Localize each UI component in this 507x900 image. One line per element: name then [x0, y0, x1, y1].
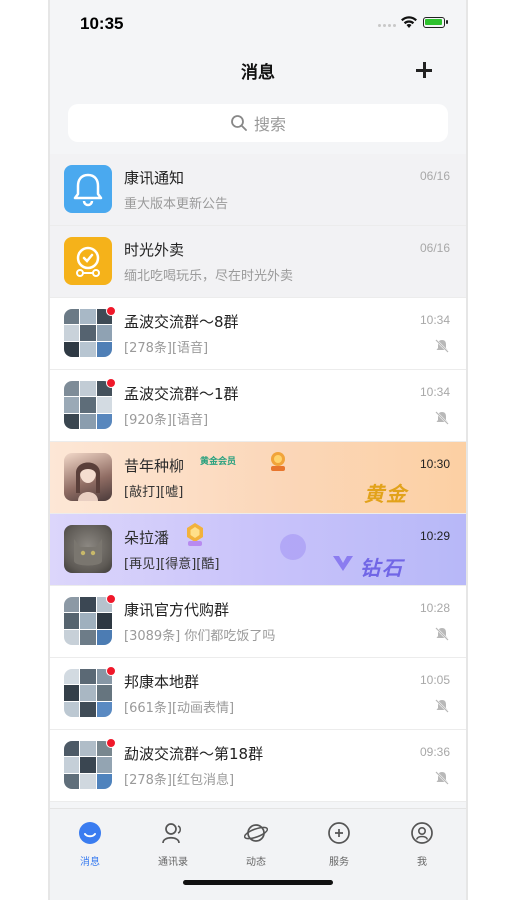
- tab-service[interactable]: 服务: [309, 821, 369, 868]
- member-badge: 黄金会员: [200, 457, 237, 467]
- unread-dot: [106, 738, 116, 748]
- chat-time: 10:05: [419, 673, 450, 687]
- chat-preview: [661条][动画表情]: [124, 701, 235, 716]
- chat-time: 10:34: [419, 385, 450, 399]
- search-icon: [231, 115, 247, 131]
- service-icon: [328, 822, 350, 844]
- unread-dot: [106, 594, 116, 604]
- chat-preview: [920条][语音]: [124, 413, 209, 428]
- search-placeholder: 搜索: [253, 115, 286, 134]
- vip-medal-icon: [271, 452, 285, 471]
- chat-row-vip-gold[interactable]: 昔年种柳 黄金会员 [敲打][嘘] 10:30 黄金: [50, 442, 466, 514]
- status-time: 10:35: [80, 14, 124, 33]
- chat-preview: 重大版本更新公告: [124, 197, 229, 212]
- tab-label: 消息: [80, 857, 100, 868]
- group-avatar: [64, 309, 112, 357]
- tab-label: 我: [417, 857, 427, 868]
- chat-time: 10:29: [419, 529, 450, 543]
- signal-icon: [378, 24, 396, 27]
- chat-icon: [79, 822, 101, 844]
- chat-name: 康讯通知: [124, 169, 185, 187]
- chat-row[interactable]: 康讯通知 重大版本更新公告 06/16: [50, 154, 466, 226]
- vip-medal-icon: [187, 523, 203, 546]
- chat-time: 10:28: [419, 601, 450, 615]
- page-title: 消息: [241, 63, 275, 83]
- chat-time: 10:30: [419, 457, 450, 471]
- planet-icon: [243, 824, 269, 842]
- tab-label: 动态: [246, 857, 266, 868]
- chat-preview: [再见][得意][酷]: [124, 557, 220, 572]
- chat-name: 康讯官方代购群: [124, 601, 230, 619]
- chat-row-vip-diamond[interactable]: 朵拉潘 [再见][得意][酷] 10:29 钻石: [50, 514, 466, 586]
- unread-dot: [106, 666, 116, 676]
- chat-name: 孟波交流群～1群: [124, 385, 239, 403]
- avatar: [64, 237, 112, 285]
- chat-name: 朵拉潘: [124, 529, 170, 547]
- mute-bell-icon: [435, 699, 449, 713]
- group-avatar: [64, 741, 112, 789]
- contacts-icon: [162, 823, 181, 844]
- tier-label: 黄金: [364, 482, 408, 506]
- group-avatar: [64, 597, 112, 645]
- status-bar: 10:35: [50, 0, 466, 48]
- chat-preview: [278条][语音]: [124, 341, 209, 356]
- tab-messages[interactable]: 消息: [60, 821, 120, 868]
- mute-bell-icon: [435, 339, 449, 353]
- search-bar[interactable]: 搜索: [68, 104, 448, 142]
- chat-row[interactable]: 时光外卖 缅北吃喝玩乐，尽在时光外卖 06/16: [50, 226, 466, 298]
- chat-row[interactable]: 孟波交流群～8群 [278条][语音] 10:34: [50, 298, 466, 370]
- profile-icon: [411, 822, 433, 844]
- chat-row[interactable]: 勐波交流群～第18群 [278条][红包消息] 09:36: [50, 730, 466, 802]
- decor-bubble: [280, 534, 306, 560]
- bell-icon: [73, 173, 103, 207]
- chat-name: 孟波交流群～8群: [124, 313, 239, 331]
- chat-time: 09:36: [419, 745, 450, 759]
- chat-name: 勐波交流群～第18群: [124, 745, 264, 763]
- chat-preview: [3089条] 你们都吃饭了吗: [124, 629, 276, 644]
- wifi-icon: [401, 16, 417, 28]
- tab-label: 服务: [329, 857, 349, 868]
- tab-me[interactable]: 我: [392, 821, 452, 868]
- tab-contacts[interactable]: 通讯录: [143, 821, 203, 868]
- tab-label: 通讯录: [158, 857, 188, 868]
- chat-row[interactable]: 孟波交流群～1群 [920条][语音] 10:34: [50, 370, 466, 442]
- mute-bell-icon: [435, 627, 449, 641]
- home-indicator: [183, 880, 333, 885]
- chat-time: 10:34: [419, 313, 450, 327]
- chat-preview: [278条][红包消息]: [124, 773, 235, 788]
- chat-row[interactable]: 邦康本地群 [661条][动画表情] 10:05: [50, 658, 466, 730]
- group-avatar: [64, 381, 112, 429]
- tab-bar: 消息 通讯录 动态 服务 我: [50, 808, 466, 900]
- avatar: [64, 165, 112, 213]
- delivery-icon: [76, 246, 100, 277]
- unread-dot: [106, 306, 116, 316]
- tab-moments[interactable]: 动态: [226, 821, 286, 868]
- portrait-icon: [76, 462, 100, 501]
- chat-name: 昔年种柳: [124, 457, 185, 475]
- mute-bell-icon: [435, 411, 449, 425]
- cat-icon: [74, 539, 102, 566]
- unread-dot: [106, 378, 116, 388]
- battery-icon: [423, 17, 448, 28]
- chat-row[interactable]: 康讯官方代购群 [3089条] 你们都吃饭了吗 10:28: [50, 586, 466, 658]
- diamond-wing-icon: [333, 556, 353, 571]
- chat-name: 时光外卖: [124, 241, 185, 259]
- phone-screen: 10:35 消息 搜索 康讯通知 重大版本更新公告 06/16 时光外卖 缅北吃…: [50, 0, 466, 900]
- mute-bell-icon: [435, 771, 449, 785]
- group-avatar: [64, 669, 112, 717]
- chat-time: 06/16: [419, 241, 450, 255]
- avatar: [64, 525, 112, 573]
- chat-preview: [敲打][嘘]: [124, 485, 184, 500]
- add-button[interactable]: [410, 56, 438, 84]
- chat-time: 06/16: [419, 169, 450, 183]
- chat-preview: 缅北吃喝玩乐，尽在时光外卖: [124, 269, 294, 284]
- chat-list: 康讯通知 重大版本更新公告 06/16 时光外卖 缅北吃喝玩乐，尽在时光外卖 0…: [50, 154, 466, 802]
- chat-name: 邦康本地群: [124, 673, 200, 691]
- avatar: [64, 453, 112, 501]
- tier-label: 钻石: [360, 556, 404, 580]
